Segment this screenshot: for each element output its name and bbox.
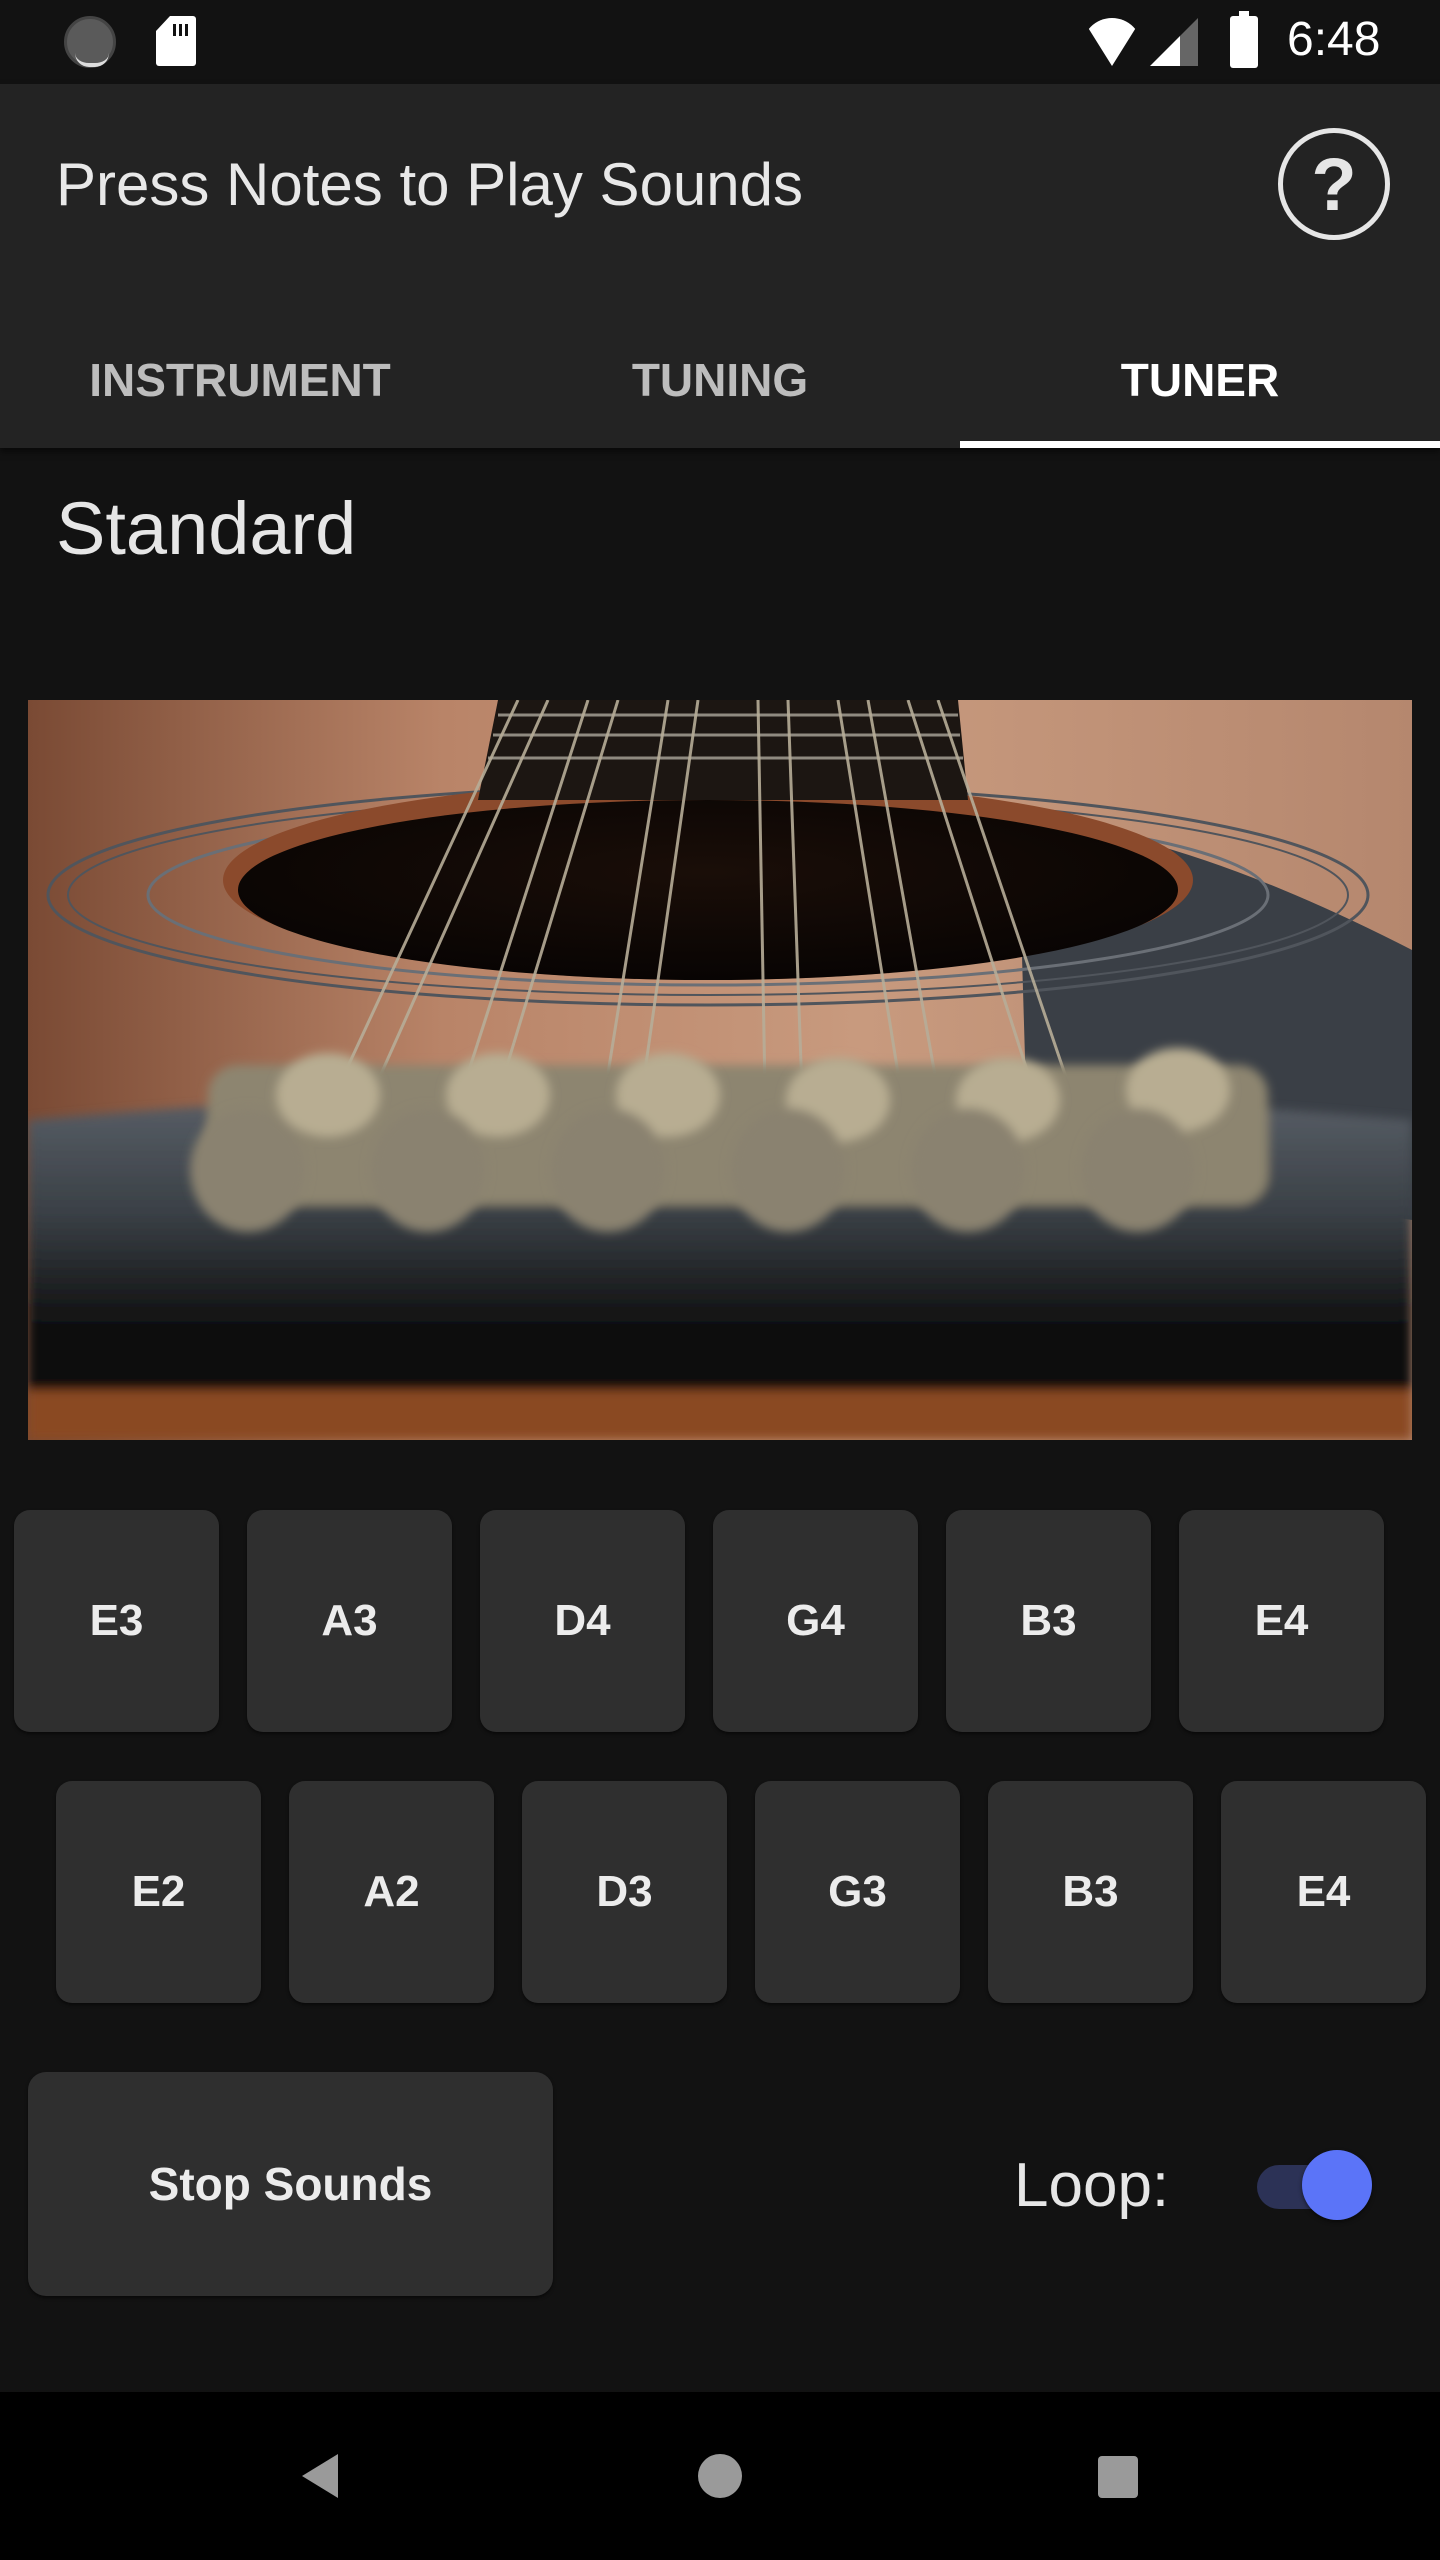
note-row-bottom: E2 A2 D3 G3 B3 E4 (56, 1781, 1426, 2003)
note-button-d3[interactable]: D3 (522, 1781, 727, 2003)
status-time: 6:48 (1287, 13, 1381, 66)
note-button-e4-low[interactable]: E4 (1221, 1781, 1426, 2003)
note-button-a3[interactable]: A3 (247, 1510, 452, 1732)
note-button-e4[interactable]: E4 (1179, 1510, 1384, 1732)
note-button-b3-low[interactable]: B3 (988, 1781, 1193, 2003)
battery-icon (1230, 11, 1258, 68)
sd-card-icon (156, 16, 196, 66)
app-title: Press Notes to Play Sounds (56, 151, 804, 218)
wifi-icon (1082, 18, 1142, 66)
cell-signal-icon (1150, 18, 1198, 66)
help-circle-icon: ? (1311, 142, 1357, 226)
note-button-g4[interactable]: G4 (713, 1510, 918, 1732)
recents-icon[interactable] (1098, 2456, 1138, 2498)
app-bar: Press Notes to Play Sounds ? INSTRUMENT … (0, 84, 1440, 448)
loop-label: Loop: (1014, 2151, 1170, 2220)
note-row-top: E3 A3 D4 G4 B3 E4 (14, 1510, 1384, 1732)
loop-toggle[interactable] (1252, 2150, 1372, 2220)
status-bar: 6:48 (0, 0, 1440, 84)
note-button-g3[interactable]: G3 (755, 1781, 960, 2003)
note-button-e2[interactable]: E2 (56, 1781, 261, 2003)
tab-tuning[interactable]: TUNING (480, 324, 960, 448)
note-button-e3[interactable]: E3 (14, 1510, 219, 1732)
note-button-b3[interactable]: B3 (946, 1510, 1151, 1732)
note-button-a2[interactable]: A2 (289, 1781, 494, 2003)
back-icon[interactable] (302, 2454, 338, 2498)
guitar-image (28, 700, 1412, 1440)
tab-bar: INSTRUMENT TUNING TUNER (0, 324, 1440, 448)
guitar-illustration (28, 700, 1412, 1440)
home-icon[interactable] (698, 2454, 742, 2498)
help-button[interactable]: ? (1278, 128, 1390, 240)
tab-tuner[interactable]: TUNER (960, 324, 1440, 448)
tuning-name: Standard (56, 487, 357, 570)
loading-spinner-icon (64, 16, 116, 68)
loop-toggle-thumb (1302, 2150, 1372, 2220)
note-button-d4[interactable]: D4 (480, 1510, 685, 1732)
tab-instrument[interactable]: INSTRUMENT (0, 324, 480, 448)
system-nav-bar (0, 2392, 1440, 2560)
stop-sounds-button[interactable]: Stop Sounds (28, 2072, 553, 2296)
